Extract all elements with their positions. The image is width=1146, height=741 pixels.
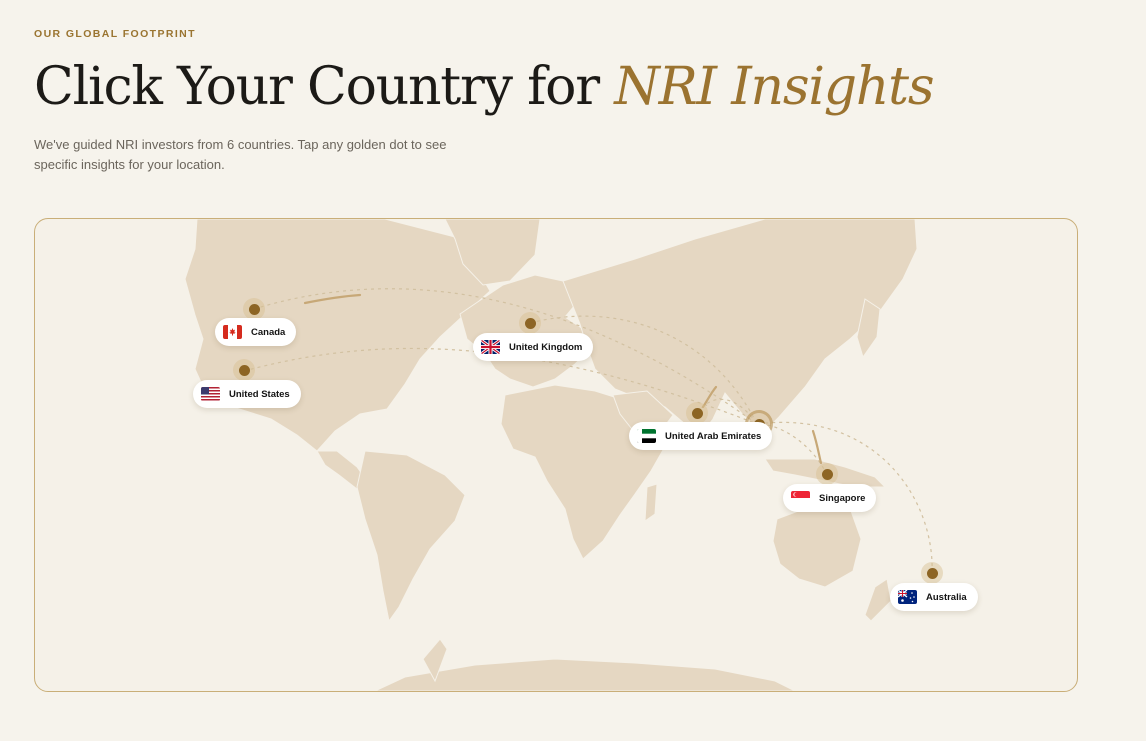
pin-dot <box>821 468 833 480</box>
route-highlight-singapore <box>811 429 823 465</box>
pin-singapore[interactable] <box>816 463 838 485</box>
canada-flag-icon <box>223 325 242 339</box>
country-tag-canada[interactable]: Canada <box>215 318 297 346</box>
pin-dot <box>524 317 536 329</box>
country-tag-united-states[interactable]: United States <box>193 380 301 408</box>
uk-flag-icon <box>481 340 500 354</box>
pin-united-kingdom[interactable] <box>519 312 541 334</box>
madagascar-landmass <box>644 483 658 523</box>
page-title: Click Your Country for NRI Insights <box>34 52 935 122</box>
country-label: Singapore <box>819 492 866 504</box>
country-label: Canada <box>251 326 286 338</box>
south-america-landmass <box>356 450 466 623</box>
pin-canada[interactable] <box>243 298 265 320</box>
world-map <box>184 219 933 691</box>
title-main: Click Your Country for <box>34 57 615 117</box>
pin-uae[interactable] <box>686 402 708 424</box>
world-map-panel: Canada United States United Kingdom Unit… <box>34 218 1078 692</box>
pin-dot <box>926 567 938 579</box>
country-tag-uae[interactable]: United Arab Emirates <box>629 422 773 450</box>
section-eyebrow: OUR GLOBAL FOOTPRINT <box>34 28 196 40</box>
intro-text: We've guided NRI investors from 6 countr… <box>34 137 447 172</box>
uae-flag-icon <box>637 429 656 443</box>
pin-united-states[interactable] <box>233 359 255 381</box>
country-tag-australia[interactable]: Australia <box>890 583 978 611</box>
title-accent: NRI Insights <box>614 57 934 117</box>
pin-dot <box>238 364 250 376</box>
pin-dot <box>691 407 703 419</box>
new-zealand-landmass <box>864 578 892 622</box>
country-label: United Kingdom <box>509 341 583 353</box>
country-tag-united-kingdom[interactable]: United Kingdom <box>473 333 594 361</box>
country-tag-singapore[interactable]: Singapore <box>783 484 877 512</box>
australia-flag-icon <box>898 590 917 604</box>
usa-flag-icon <box>201 387 220 401</box>
pin-dot <box>248 303 260 315</box>
pin-australia[interactable] <box>921 562 943 584</box>
australia-landmass <box>772 500 862 588</box>
country-label: United States <box>229 388 290 400</box>
country-label: United Arab Emirates <box>665 430 762 442</box>
singapore-flag-icon <box>791 491 810 505</box>
country-label: Australia <box>926 591 967 603</box>
